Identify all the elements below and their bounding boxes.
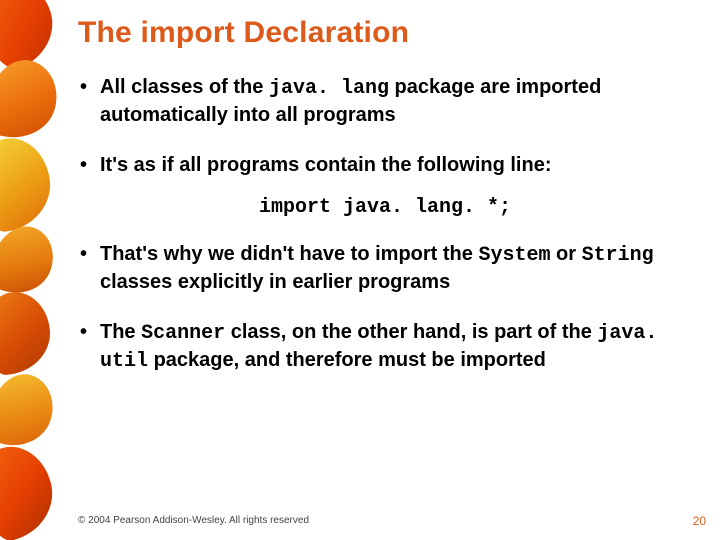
page-number: 20 <box>693 514 706 528</box>
bullet-text: The <box>100 321 141 343</box>
slide-title: The import Declaration <box>78 16 692 50</box>
leaf-decoration <box>0 0 60 540</box>
bullet-list: All classes of the java. lang package ar… <box>78 74 692 178</box>
bullet-list: That's why we didn't have to import the … <box>78 241 692 375</box>
copyright-footer: © 2004 Pearson Addison-Wesley. All right… <box>78 515 309 526</box>
leaf-icon <box>0 53 60 147</box>
bullet-text: or <box>550 243 581 265</box>
leaf-icon <box>0 133 56 234</box>
bullet-text: All classes of the <box>100 76 269 98</box>
code-block: import java. lang. *; <box>78 196 692 219</box>
bullet-text: It's as if all programs contain the foll… <box>100 154 551 176</box>
bullet-item: The Scanner class, on the other hand, is… <box>78 319 692 375</box>
inline-code: String <box>582 244 654 267</box>
bullet-text: class, on the other hand, is part of the <box>225 321 597 343</box>
bullet-item: It's as if all programs contain the foll… <box>78 152 692 178</box>
bullet-text: package, and therefore must be imported <box>148 349 546 371</box>
bullet-text: classes explicitly in earlier programs <box>100 271 450 293</box>
inline-code: Scanner <box>141 322 225 345</box>
content-area: The import Declaration All classes of th… <box>78 16 692 399</box>
inline-code: java. lang <box>269 77 389 100</box>
bullet-item: All classes of the java. lang package ar… <box>78 74 692 128</box>
inline-code: System <box>478 244 550 267</box>
bullet-text: That's why we didn't have to import the <box>100 243 478 265</box>
bullet-item: That's why we didn't have to import the … <box>78 241 692 295</box>
leaf-icon <box>0 290 53 376</box>
slide: The import Declaration All classes of th… <box>0 0 720 540</box>
leaf-icon <box>0 439 60 540</box>
leaf-icon <box>0 367 60 455</box>
